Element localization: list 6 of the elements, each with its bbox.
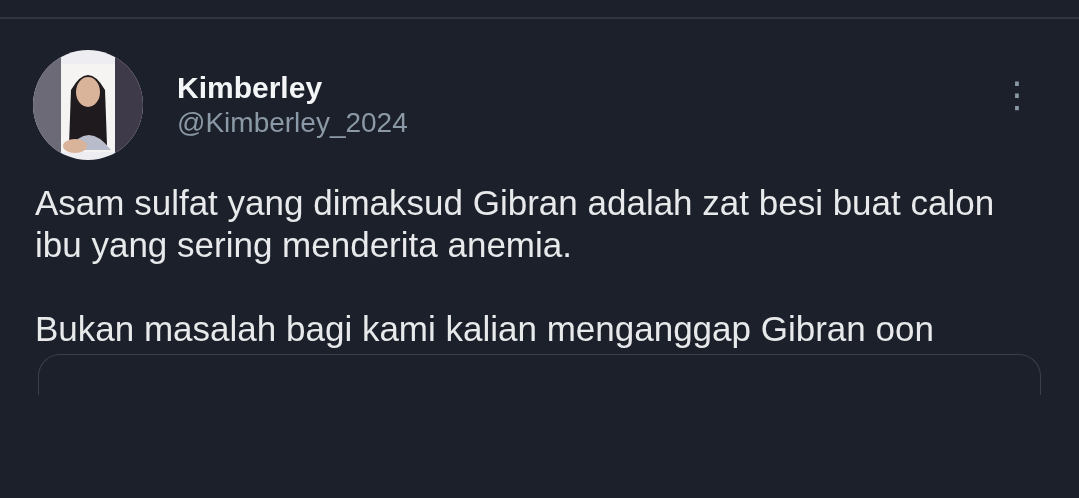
- tweet-text: Asam sulfat yang dimaksud Gibran adalah zat besi buat calon ibu yang sering menderita anemia.: [35, 182, 996, 266]
- tweet-text: Bukan masalah bagi kami kalian menganggap Gibran oon: [35, 308, 935, 350]
- author-name[interactable]: Kimberley: [177, 71, 408, 105]
- author-handle[interactable]: @Kimberley_2024: [177, 107, 408, 139]
- more-button[interactable]: ⋮: [995, 77, 1039, 113]
- quote-card[interactable]: [38, 354, 1041, 395]
